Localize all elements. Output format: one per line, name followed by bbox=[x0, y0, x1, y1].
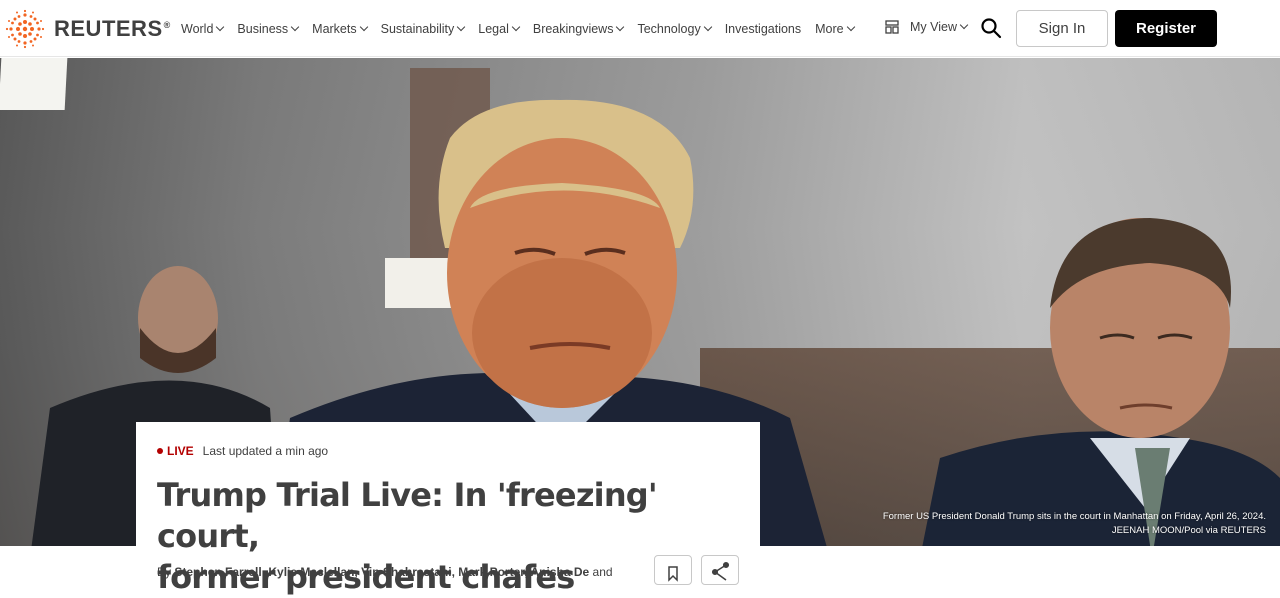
reuters-logo-mark-icon bbox=[5, 9, 45, 49]
main-menu: World Business Markets Sustainability Le… bbox=[181, 0, 868, 57]
top-navigation: REUTERS® World Business Markets Sustaina… bbox=[0, 0, 1280, 57]
last-updated: Last updated a min ago bbox=[202, 444, 329, 458]
chevron-down-icon bbox=[959, 20, 969, 30]
bookmark-icon bbox=[668, 566, 678, 582]
chevron-down-icon bbox=[703, 22, 712, 31]
search-icon[interactable] bbox=[980, 17, 1002, 39]
bookmark-button[interactable] bbox=[654, 555, 692, 585]
chevron-down-icon bbox=[457, 22, 466, 31]
menu-item-world[interactable]: World bbox=[181, 22, 225, 36]
chevron-down-icon bbox=[511, 22, 521, 31]
menu-item-markets[interactable]: Markets bbox=[312, 22, 368, 36]
photo-credit: JEENAH MOON/Pool via REUTERS bbox=[1111, 525, 1266, 536]
article-headline: Trump Trial Live: In 'freezing' court, f… bbox=[157, 475, 738, 598]
photo-caption: Former US President Donald Trump sits in… bbox=[883, 510, 1266, 538]
my-view-button[interactable]: My View bbox=[884, 19, 969, 35]
menu-item-investigations[interactable]: Investigations bbox=[725, 22, 801, 36]
live-status: LIVE Last updated a min ago bbox=[157, 444, 738, 458]
author-links[interactable]: Stephen Farrell, Kylie Maclellan, Vin Sh… bbox=[174, 565, 589, 579]
chevron-down-icon bbox=[616, 22, 625, 31]
menu-item-legal[interactable]: Legal bbox=[478, 22, 521, 36]
menu-item-more[interactable]: More bbox=[815, 22, 855, 36]
sign-in-button[interactable]: Sign In bbox=[1016, 10, 1108, 47]
share-button[interactable] bbox=[701, 555, 739, 585]
chevron-down-icon bbox=[846, 22, 855, 31]
chevron-down-icon bbox=[290, 22, 300, 31]
ceiling-light bbox=[0, 58, 68, 110]
chevron-down-icon bbox=[359, 22, 368, 31]
share-icon bbox=[711, 561, 730, 581]
article-header-card: LIVE Last updated a min ago Trump Trial … bbox=[136, 422, 760, 596]
byline: By Stephen Farrell, Kylie Maclellan, Vin… bbox=[157, 565, 613, 579]
live-dot-icon bbox=[157, 448, 163, 454]
menu-item-business[interactable]: Business bbox=[237, 22, 300, 36]
live-badge: LIVE bbox=[167, 444, 194, 458]
photo-caption-text: Former US President Donald Trump sits in… bbox=[882, 511, 1266, 522]
headline-line: Trump Trial Live: In 'freezing' court, bbox=[157, 476, 658, 555]
reuters-logo[interactable]: REUTERS® bbox=[4, 9, 171, 49]
menu-item-sustainability[interactable]: Sustainability bbox=[381, 22, 466, 36]
layout-grid-icon bbox=[885, 20, 899, 34]
chevron-down-icon bbox=[216, 22, 225, 31]
attorney-figure bbox=[922, 218, 1280, 546]
my-view-label: My View bbox=[910, 20, 958, 34]
register-button[interactable]: Register bbox=[1115, 10, 1217, 47]
menu-item-breakingviews[interactable]: Breakingviews bbox=[533, 22, 625, 36]
logo-wordmark: REUTERS® bbox=[54, 16, 171, 41]
menu-item-technology[interactable]: Technology bbox=[637, 22, 712, 36]
